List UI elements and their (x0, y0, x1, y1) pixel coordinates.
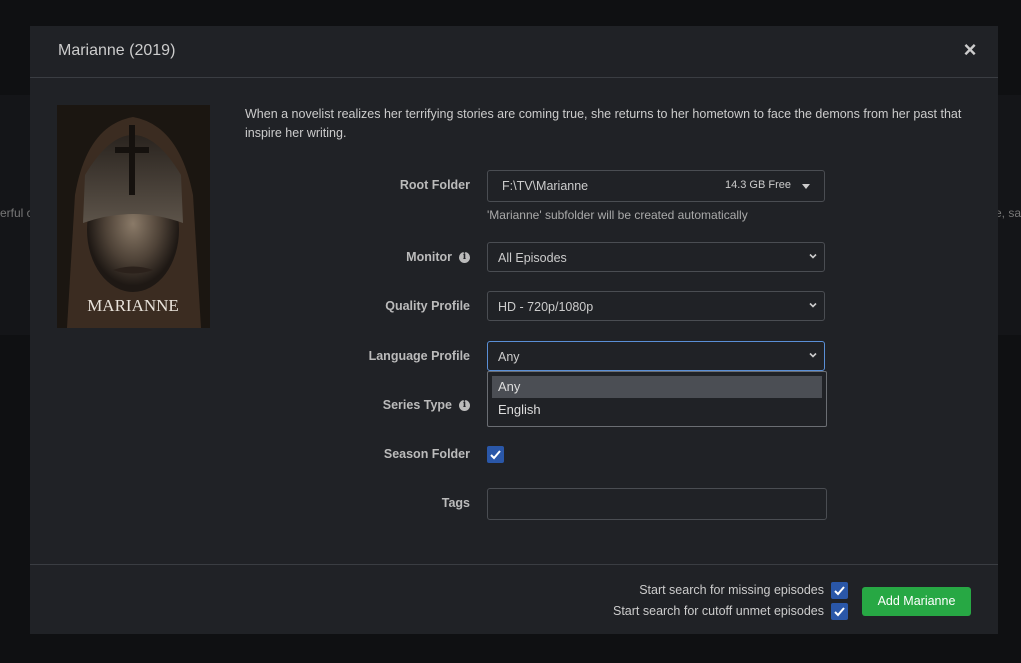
search-missing-checkbox[interactable] (831, 582, 848, 599)
modal-footer: Start search for missing episodes Start … (30, 564, 998, 635)
language-profile-label-text: Language Profile (368, 349, 470, 363)
monitor-label-text: Monitor (406, 250, 452, 264)
caret-down-icon (802, 184, 810, 189)
checkmark-icon (834, 607, 845, 617)
add-series-button[interactable]: Add Marianne (862, 587, 971, 616)
modal-title: Marianne (2019) (58, 42, 176, 59)
root-folder-select[interactable]: F:\TV\Marianne 14.3 GB Free (487, 170, 825, 202)
checkmark-icon (834, 586, 845, 596)
season-folder-checkbox[interactable] (487, 446, 504, 463)
language-profile-dropdown: Any English (487, 371, 827, 427)
quality-profile-select[interactable]: HD - 720p/1080p (487, 291, 825, 321)
info-icon[interactable]: i (459, 399, 470, 411)
background-text-left: erful c (0, 206, 33, 220)
close-icon[interactable]: × (962, 39, 978, 61)
search-missing-label: Start search for missing episodes (639, 583, 824, 597)
background-text-right: e, sa (994, 206, 1021, 220)
language-profile-value: Any (498, 350, 520, 364)
quality-profile-label-text: Quality Profile (385, 299, 470, 313)
chevron-down-icon (809, 352, 817, 358)
checkmark-icon (490, 450, 501, 460)
tags-label: Tags (442, 496, 470, 510)
info-icon[interactable]: i (459, 251, 470, 263)
chevron-down-icon (809, 302, 817, 308)
monitor-label: Monitor i (406, 250, 470, 264)
monitor-value: All Episodes (498, 251, 567, 265)
language-option-any[interactable]: Any (492, 376, 822, 398)
quality-profile-value: HD - 720p/1080p (498, 300, 594, 314)
series-poster: MARIANNE (57, 105, 210, 328)
language-profile-label: Language Profile (369, 349, 470, 363)
chevron-down-icon (809, 253, 817, 259)
root-folder-label: Root Folder (400, 178, 470, 192)
language-profile-select[interactable]: Any (487, 341, 825, 371)
tags-input[interactable] (487, 488, 827, 520)
tags-label-text: Tags (441, 496, 470, 510)
free-space-text: 14.3 GB Free (724, 179, 791, 191)
language-option-english[interactable]: English (492, 399, 822, 421)
search-cutoff-label: Start search for cutoff unmet episodes (613, 604, 824, 618)
search-cutoff-checkbox[interactable] (831, 603, 848, 620)
series-overview: When a novelist realizes her terrifying … (245, 107, 962, 140)
root-folder-help: 'Marianne' subfolder will be created aut… (487, 208, 748, 222)
quality-profile-label: Quality Profile (385, 299, 470, 313)
root-folder-value: F:\TV\Marianne (502, 179, 589, 193)
series-type-label: Series Type i (383, 398, 470, 412)
add-series-modal: Marianne (2019) × MARIANNE When a noveli… (30, 26, 998, 634)
poster-title-text: MARIANNE (87, 296, 179, 315)
modal-header: Marianne (2019) × (30, 26, 998, 78)
season-folder-label: Season Folder (384, 447, 470, 461)
root-folder-label-text: Root Folder (399, 178, 470, 192)
season-folder-label-text: Season Folder (383, 447, 470, 461)
monitor-select[interactable]: All Episodes (487, 242, 825, 272)
series-type-label-text: Series Type (382, 398, 452, 412)
